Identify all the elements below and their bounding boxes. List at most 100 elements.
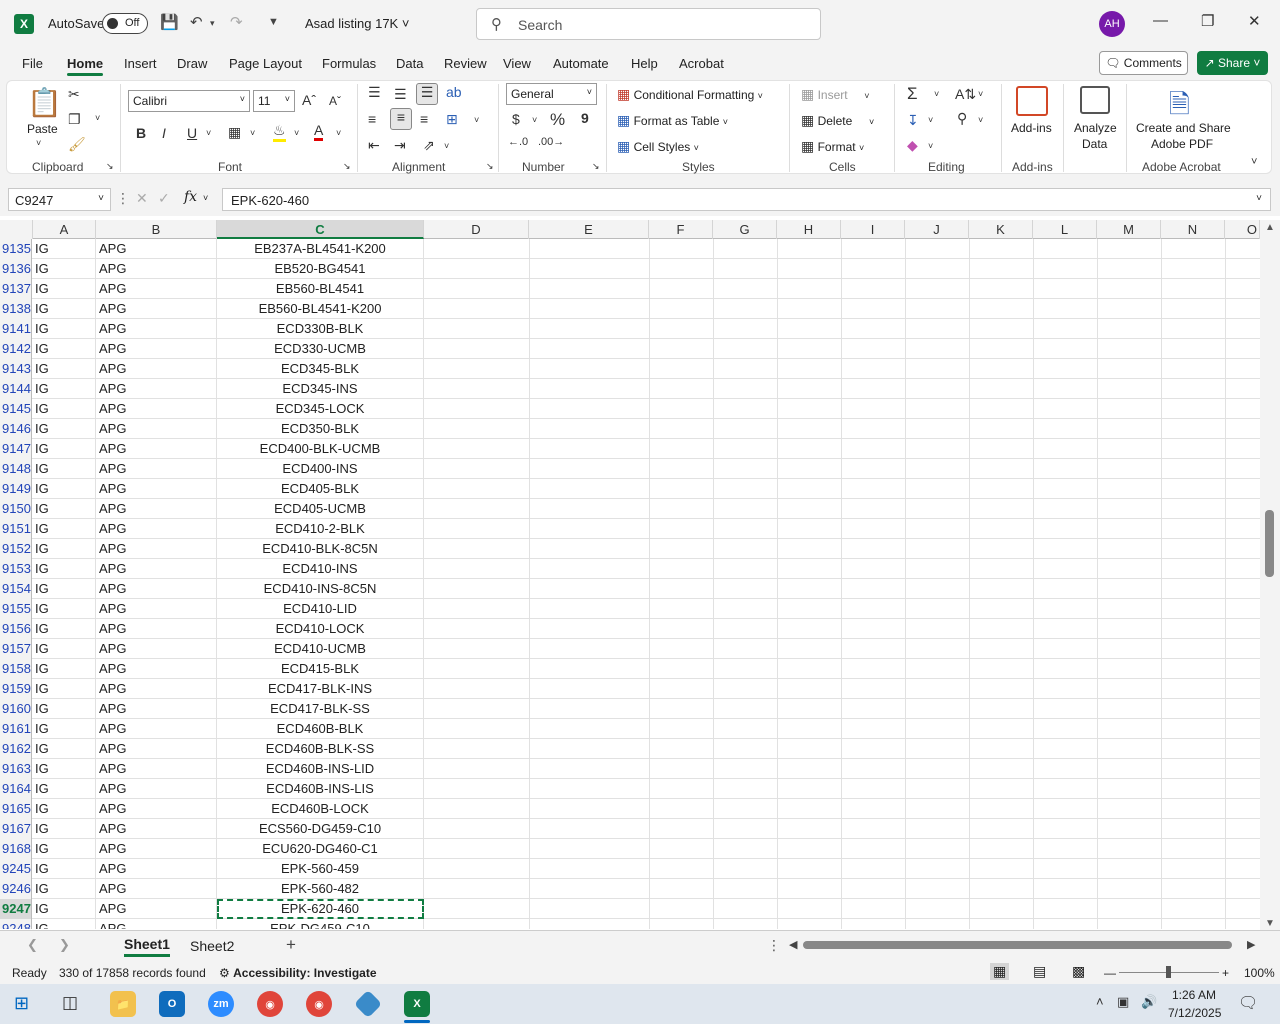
cell-c[interactable]: ECD410-LOCK xyxy=(217,619,424,639)
column-header-j[interactable]: J xyxy=(905,220,969,239)
insert-function-icon[interactable]: fx xyxy=(184,189,197,205)
cell-a[interactable]: IG xyxy=(33,239,96,259)
analyze-data-icon[interactable] xyxy=(1080,86,1110,114)
align-left-icon[interactable]: ≡ xyxy=(368,111,376,127)
row-number[interactable]: 9162 xyxy=(0,739,32,759)
currency-dropdown-icon[interactable]: ˅ xyxy=(532,115,537,125)
row-number[interactable]: 9159 xyxy=(0,679,32,699)
task-view-icon[interactable]: ◫ xyxy=(62,993,78,1013)
clipboard-launcher-icon[interactable]: ↘ xyxy=(106,161,114,172)
cell-c[interactable]: ECU620-DG460-C1 xyxy=(217,839,424,859)
cell-c[interactable]: ECD410-LID xyxy=(217,599,424,619)
decrease-decimal-icon[interactable]: .00→ xyxy=(538,136,564,148)
cell-styles-button[interactable]: ▦ Cell Styles ˅ xyxy=(617,138,699,155)
cell-b[interactable]: APG xyxy=(96,739,217,759)
row-number[interactable]: 9165 xyxy=(0,799,32,819)
cell-a[interactable]: IG xyxy=(33,539,96,559)
row-number[interactable]: 9141 xyxy=(0,319,32,339)
cell-b[interactable]: APG xyxy=(96,559,217,579)
table-row[interactable]: 9135 IG APG EB237A-BL4541-K200 xyxy=(0,239,1260,259)
cell-a[interactable]: IG xyxy=(33,859,96,879)
cell-c[interactable]: EB560-BL4541-K200 xyxy=(217,299,424,319)
clear-icon[interactable]: ◆ xyxy=(907,137,918,154)
table-row[interactable]: 9154 IG APG ECD410-INS-8C5N xyxy=(0,579,1260,599)
row-number[interactable]: 9248 xyxy=(0,919,32,929)
row-number[interactable]: 9158 xyxy=(0,659,32,679)
cell-c[interactable]: ECD400-BLK-UCMB xyxy=(217,439,424,459)
column-header-e[interactable]: E xyxy=(529,220,649,239)
underline-button[interactable]: U xyxy=(187,125,197,141)
row-number[interactable]: 9168 xyxy=(0,839,32,859)
find-select-icon[interactable]: ⚲ xyxy=(957,110,967,127)
row-number[interactable]: 9135 xyxy=(0,239,32,259)
add-ins-button[interactable]: Add-ins xyxy=(1011,121,1052,135)
row-number[interactable]: 9156 xyxy=(0,619,32,639)
cell-c[interactable]: EPK-DG459-C10 xyxy=(217,919,424,929)
more-options-icon[interactable]: ⋮ xyxy=(116,190,130,207)
cell-a[interactable]: IG xyxy=(33,699,96,719)
column-header-h[interactable]: H xyxy=(777,220,841,239)
cell-b[interactable]: APG xyxy=(96,639,217,659)
cell-c[interactable]: EPK-560-459 xyxy=(217,859,424,879)
sheet-tab-sheet1[interactable]: Sheet1 xyxy=(124,936,170,957)
cell-b[interactable]: APG xyxy=(96,879,217,899)
select-all-corner[interactable] xyxy=(0,220,33,239)
cell-b[interactable]: APG xyxy=(96,379,217,399)
prev-sheet-icon[interactable]: ❮ xyxy=(27,937,38,953)
table-row[interactable]: 9168 IG APG ECU620-DG460-C1 xyxy=(0,839,1260,859)
row-number[interactable]: 9152 xyxy=(0,539,32,559)
cell-b[interactable]: APG xyxy=(96,359,217,379)
cell-c[interactable]: EB560-BL4541 xyxy=(217,279,424,299)
column-header-a[interactable]: A xyxy=(33,220,96,239)
cell-c[interactable]: ECD460B-INS-LIS xyxy=(217,779,424,799)
clock-date[interactable]: 7/12/2025 xyxy=(1168,1006,1221,1020)
confirm-entry-icon[interactable]: ✓ xyxy=(158,190,170,207)
collapse-ribbon-icon[interactable]: ˅ xyxy=(1251,156,1257,168)
merge-dropdown-icon[interactable]: ˅ xyxy=(474,115,479,125)
cell-c[interactable]: ECD460B-BLK xyxy=(217,719,424,739)
tab-options-icon[interactable]: ⋮ xyxy=(767,937,781,954)
cell-a[interactable]: IG xyxy=(33,679,96,699)
cell-b[interactable]: APG xyxy=(96,919,217,929)
font-color-dropdown-icon[interactable]: ˅ xyxy=(336,128,341,138)
analyze-data-line2[interactable]: Data xyxy=(1082,137,1107,151)
cell-a[interactable]: IG xyxy=(33,739,96,759)
fx-dropdown-icon[interactable]: ˅ xyxy=(203,193,208,203)
outlook-icon[interactable]: O xyxy=(159,991,185,1017)
scroll-down-icon[interactable]: ▼ xyxy=(1265,918,1275,929)
restore-icon[interactable]: ❐ xyxy=(1201,12,1214,30)
cell-c[interactable]: ECD400-INS xyxy=(217,459,424,479)
cell-b[interactable]: APG xyxy=(96,439,217,459)
paste-icon[interactable]: 📋 xyxy=(27,86,62,119)
vertical-scroll-thumb[interactable] xyxy=(1265,510,1274,577)
tab-insert[interactable]: Insert xyxy=(124,56,157,71)
name-box[interactable]: C9247 ˅ xyxy=(8,188,111,211)
row-number[interactable]: 9151 xyxy=(0,519,32,539)
cell-c[interactable]: ECD350-BLK xyxy=(217,419,424,439)
row-number[interactable]: 9148 xyxy=(0,459,32,479)
cell-c[interactable]: ECD405-BLK xyxy=(217,479,424,499)
merge-center-icon[interactable]: ⊞ xyxy=(446,111,458,128)
table-row[interactable]: 9141 IG APG ECD330B-BLK xyxy=(0,319,1260,339)
table-row[interactable]: 9152 IG APG ECD410-BLK-8C5N xyxy=(0,539,1260,559)
row-number[interactable]: 9138 xyxy=(0,299,32,319)
cell-b[interactable]: APG xyxy=(96,679,217,699)
excel-taskbar-icon[interactable]: X xyxy=(404,991,430,1017)
next-sheet-icon[interactable]: ❯ xyxy=(59,937,70,953)
fill-icon[interactable]: ↧ xyxy=(907,112,919,129)
column-header-m[interactable]: M xyxy=(1097,220,1161,239)
cell-a[interactable]: IG xyxy=(33,359,96,379)
table-row[interactable]: 9150 IG APG ECD405-UCMB xyxy=(0,499,1260,519)
row-number[interactable]: 9143 xyxy=(0,359,32,379)
comments-button[interactable]: 🗨 Comments xyxy=(1099,51,1188,75)
cell-a[interactable]: IG xyxy=(33,519,96,539)
row-number[interactable]: 9154 xyxy=(0,579,32,599)
tray-chevron-icon[interactable]: ˄ xyxy=(1096,994,1104,1009)
document-title[interactable]: Asad listing 17K ˅ xyxy=(305,16,409,31)
cell-a[interactable]: IG xyxy=(33,259,96,279)
cell-c[interactable]: ECS560-DG459-C10 xyxy=(217,819,424,839)
row-number[interactable]: 9147 xyxy=(0,439,32,459)
font-name-select[interactable]: Calibri ˅ xyxy=(128,90,250,112)
table-row[interactable]: 9161 IG APG ECD460B-BLK xyxy=(0,719,1260,739)
cell-b[interactable]: APG xyxy=(96,519,217,539)
